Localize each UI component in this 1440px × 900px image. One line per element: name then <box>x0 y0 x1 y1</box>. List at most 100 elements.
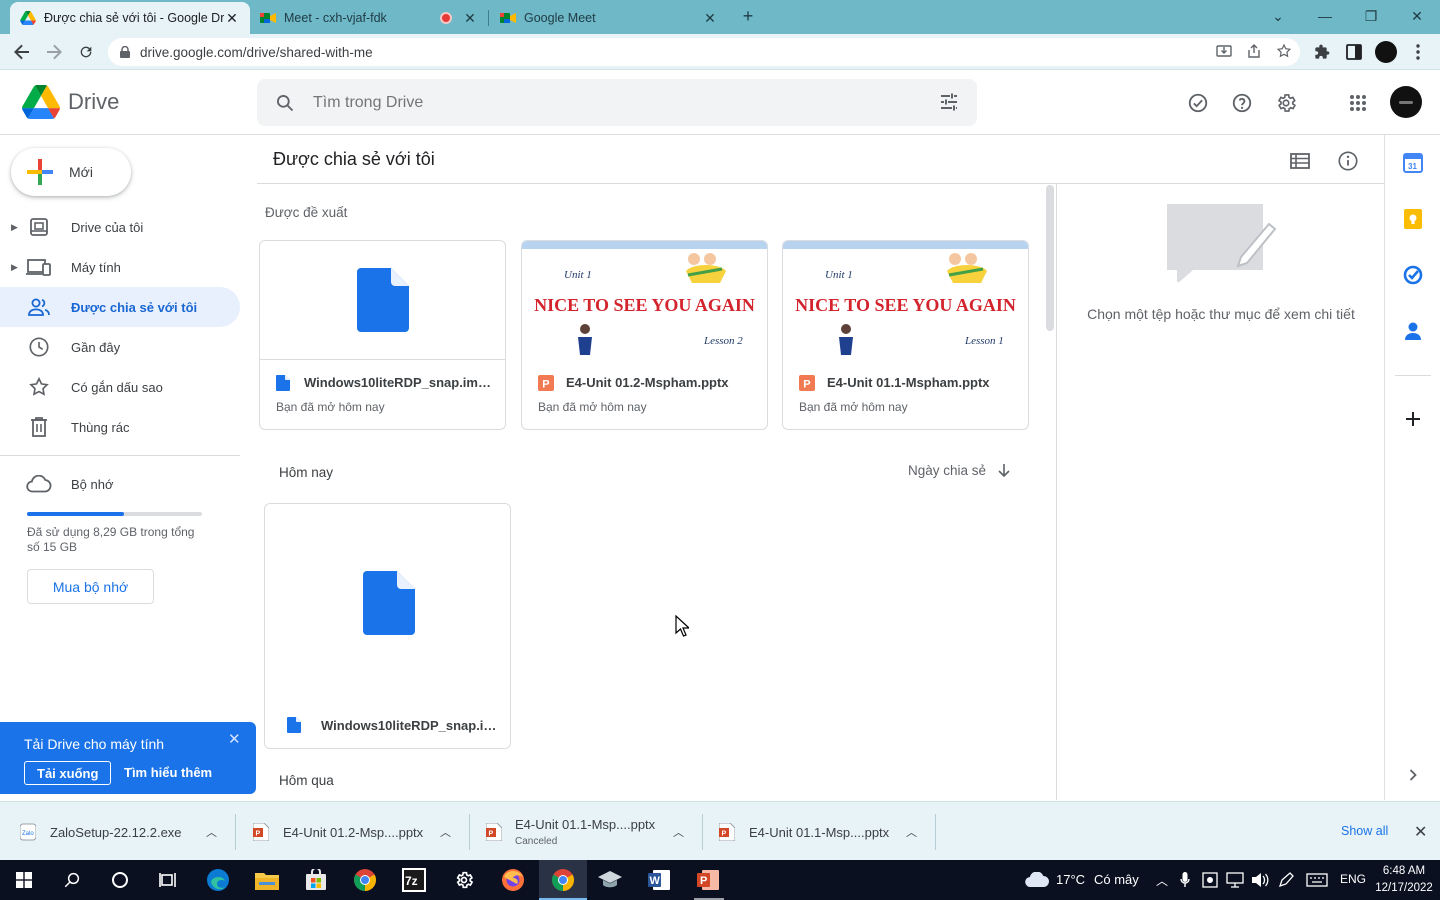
browser-tab-google-meet[interactable]: Google Meet ✕ <box>490 2 728 34</box>
sidebar-item-recent[interactable]: Gần đây <box>0 327 240 367</box>
apps-grid-icon[interactable] <box>1344 89 1372 117</box>
install-app-icon[interactable] <box>1216 43 1232 59</box>
forward-arrow-icon[interactable] <box>40 38 68 66</box>
share-icon[interactable] <box>1246 43 1262 59</box>
sidebar-item-trash[interactable]: Thùng rác <box>0 407 240 447</box>
weather-cloud-icon[interactable] <box>1024 872 1050 888</box>
touch-keyboard-icon[interactable] <box>1306 873 1328 887</box>
security-tray-icon[interactable] <box>1202 872 1218 888</box>
7zip-icon[interactable]: 7z <box>400 866 428 894</box>
chrome-active-icon[interactable] <box>549 866 577 894</box>
drive-logo[interactable]: Drive <box>22 85 119 119</box>
download-options-chevron-icon[interactable]: ︿ <box>206 824 217 840</box>
pen-icon[interactable] <box>1278 872 1294 888</box>
account-avatar[interactable] <box>1390 86 1422 118</box>
scrollbar-thumb[interactable] <box>1046 185 1054 331</box>
tab-close-icon[interactable]: ✕ <box>702 10 718 26</box>
cortana-icon[interactable] <box>106 866 134 894</box>
download-options-chevron-icon[interactable]: ︿ <box>673 824 684 840</box>
windows-start-icon[interactable] <box>10 866 38 894</box>
contacts-icon[interactable] <box>1402 320 1424 342</box>
extensions-puzzle-icon[interactable] <box>1310 40 1334 64</box>
pptx-file-icon: P <box>486 823 502 841</box>
suggested-card[interactable]: Windows10liteRDP_snap.img.... Bạn đã mở … <box>259 240 506 430</box>
file-card[interactable]: Windows10liteRDP_snap.im... <box>264 503 511 749</box>
promo-learn-more-link[interactable]: Tìm hiểu thêm <box>124 765 212 780</box>
download-item[interactable]: Zalo ZaloSetup-22.12.2.exe <box>20 812 182 852</box>
graduation-app-icon[interactable] <box>596 866 624 894</box>
help-icon[interactable] <box>1228 89 1256 117</box>
sort-by-shared-date-button[interactable]: Ngày chia sẻ <box>908 463 1010 478</box>
weather-temperature[interactable]: 17°C <box>1056 872 1085 887</box>
address-bar[interactable]: drive.google.com/drive/shared-with-me <box>108 38 1300 66</box>
tab-close-icon[interactable]: ✕ <box>224 10 240 26</box>
details-empty-text: Chọn một tệp hoặc thư mục để xem chi tiế… <box>1087 306 1355 322</box>
side-panel-icon[interactable] <box>1342 40 1366 64</box>
sidebar-item-computers[interactable]: ▶ Máy tính <box>0 247 240 287</box>
settings-gear-icon[interactable] <box>1272 89 1300 117</box>
sidebar-item-my-drive[interactable]: ▶ Drive của tôi <box>0 207 240 247</box>
promo-close-icon[interactable]: ✕ <box>228 730 241 748</box>
promo-download-button[interactable]: Tải xuống <box>24 761 112 785</box>
sidebar-item-starred[interactable]: Có gắn dấu sao <box>0 367 240 407</box>
reload-icon[interactable] <box>72 38 100 66</box>
expand-caret-icon[interactable]: ▶ <box>11 222 18 233</box>
add-addon-plus-icon[interactable] <box>1402 408 1424 430</box>
microphone-icon[interactable] <box>1180 872 1190 888</box>
suggested-card[interactable]: Unit 1 NICE TO SEE YOU AGAIN Lesson 1 P … <box>782 240 1029 430</box>
browser-tab-drive[interactable]: Được chia sẻ với tôi - Google Drive ✕ <box>10 2 250 34</box>
chrome-icon[interactable] <box>351 866 379 894</box>
weather-description[interactable]: Có mây <box>1094 872 1139 887</box>
sidebar-item-storage[interactable]: Bộ nhớ <box>0 464 240 504</box>
drive-search-box[interactable] <box>257 79 977 126</box>
suggested-card[interactable]: Unit 1 NICE TO SEE YOU AGAIN Lesson 2 P … <box>521 240 768 430</box>
close-window-button[interactable]: ✕ <box>1394 0 1440 32</box>
download-options-chevron-icon[interactable]: ︿ <box>906 824 917 840</box>
store-icon[interactable] <box>302 866 330 894</box>
keep-icon[interactable] <box>1402 208 1424 230</box>
minimize-button[interactable]: — <box>1302 0 1348 32</box>
buy-storage-button[interactable]: Mua bộ nhớ <box>27 569 154 604</box>
expand-panel-chevron-icon[interactable] <box>1402 764 1424 786</box>
download-options-chevron-icon[interactable]: ︿ <box>440 824 451 840</box>
system-clock[interactable]: 6:48 AM 12/17/2022 <box>1372 863 1436 897</box>
offline-ready-icon[interactable] <box>1184 89 1212 117</box>
new-tab-button[interactable]: + <box>738 6 758 26</box>
tasks-icon[interactable] <box>1402 264 1424 286</box>
bookmark-star-icon[interactable] <box>1276 43 1292 59</box>
download-item[interactable]: P E4-Unit 01.1-Msp....pptx Canceled <box>486 812 655 852</box>
download-item[interactable]: P E4-Unit 01.2-Msp....pptx <box>253 812 423 852</box>
new-button[interactable]: Mới <box>11 148 131 196</box>
browser-tab-meet[interactable]: Meet - cxh-vjaf-fdk ✕ <box>250 2 488 34</box>
show-all-downloads-link[interactable]: Show all <box>1341 824 1388 838</box>
settings-gear-icon[interactable] <box>450 866 478 894</box>
taskbar-search-icon[interactable] <box>58 866 86 894</box>
restore-button[interactable]: ❐ <box>1348 0 1394 32</box>
details-info-icon[interactable] <box>1334 147 1362 175</box>
search-options-sliders-icon[interactable] <box>939 92 959 112</box>
profile-avatar[interactable] <box>1374 40 1398 64</box>
calendar-icon[interactable]: 31 <box>1402 152 1424 174</box>
firefox-icon[interactable] <box>499 866 527 894</box>
network-icon[interactable] <box>1226 872 1244 888</box>
file-explorer-icon[interactable] <box>253 866 281 894</box>
expand-caret-icon[interactable]: ▶ <box>11 262 18 273</box>
back-arrow-icon[interactable] <box>8 38 36 66</box>
search-icon[interactable] <box>275 93 295 113</box>
input-language[interactable]: ENG <box>1340 872 1366 886</box>
search-input[interactable] <box>313 93 873 112</box>
powerpoint-icon[interactable]: P <box>694 866 722 894</box>
edge-browser-icon[interactable] <box>204 866 232 894</box>
download-item[interactable]: P E4-Unit 01.1-Msp....pptx <box>719 812 889 852</box>
task-view-icon[interactable] <box>154 866 182 894</box>
file-name: Windows10liteRDP_snap.img.... <box>304 375 494 390</box>
chrome-menu-icon[interactable] <box>1406 40 1430 64</box>
tab-close-icon[interactable]: ✕ <box>462 10 478 26</box>
volume-icon[interactable] <box>1251 872 1269 888</box>
list-view-icon[interactable] <box>1286 147 1314 175</box>
tab-search-chevron-icon[interactable]: ⌄ <box>1255 0 1301 32</box>
close-downloads-bar-icon[interactable]: ✕ <box>1414 822 1427 842</box>
sidebar-item-shared-with-me[interactable]: Được chia sẻ với tôi <box>0 287 240 327</box>
word-icon[interactable]: W <box>645 866 673 894</box>
tray-expand-chevron-icon[interactable]: ︿ <box>1156 872 1168 889</box>
